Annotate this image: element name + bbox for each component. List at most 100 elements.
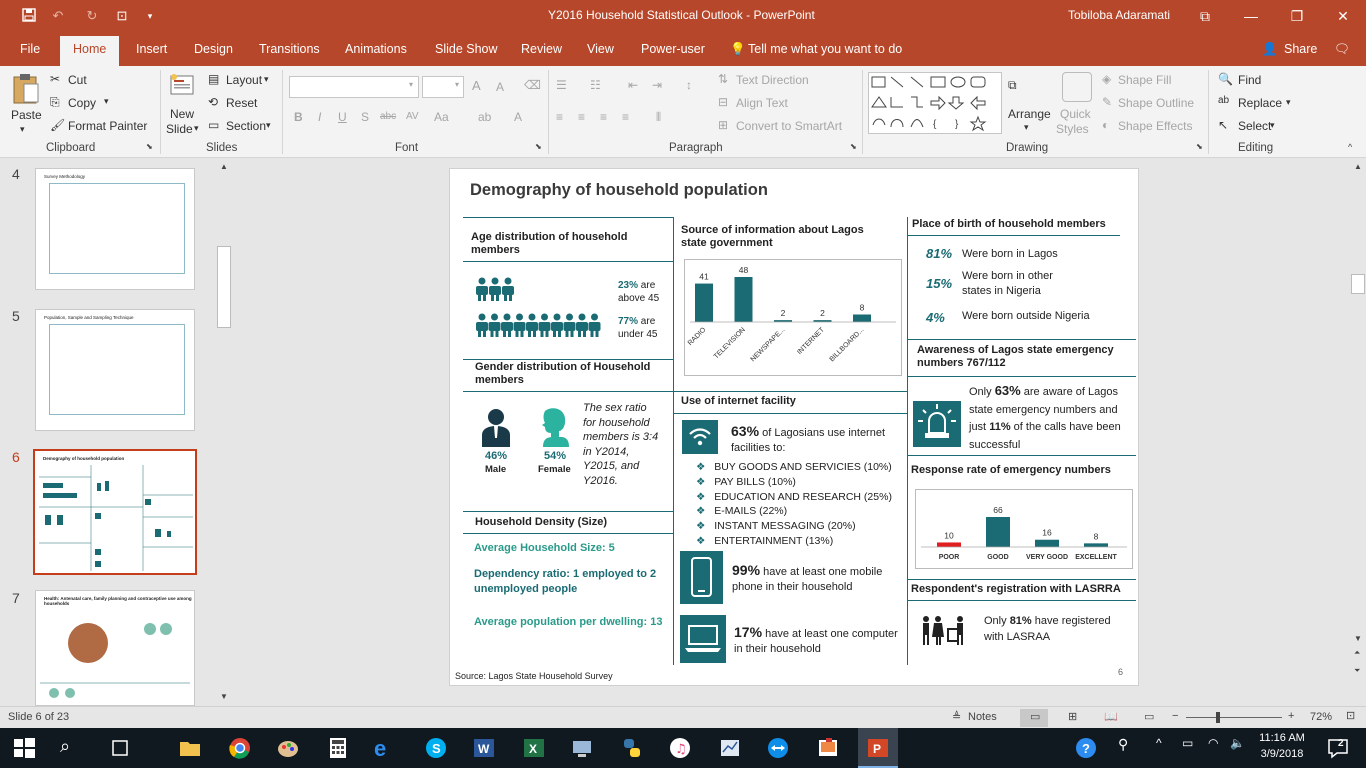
change-case-icon[interactable]: Aa <box>434 110 449 124</box>
slide-canvas[interactable]: Demography of household population Age d… <box>449 168 1139 686</box>
slide-thumbnail-6-selected[interactable]: Demography of household population <box>33 449 197 575</box>
align-left-icon[interactable]: ≡ <box>556 110 563 124</box>
slide-thumbnail-5[interactable]: Population, Sample and Sampling Techniqu… <box>35 309 195 431</box>
drawing-launcher-icon[interactable]: ⬊ <box>1196 142 1203 151</box>
network-app-icon[interactable] <box>570 736 594 760</box>
arrange-dropdown-icon[interactable]: ▾ <box>1024 122 1029 133</box>
minimize-button[interactable]: — <box>1228 0 1274 32</box>
layout-dropdown-icon[interactable]: ▾ <box>264 74 269 85</box>
section-button[interactable]: Section <box>226 119 266 133</box>
strikethrough-icon[interactable]: abc <box>380 111 396 122</box>
tab-power-user[interactable]: Power-user <box>641 42 705 56</box>
maximize-button[interactable]: ❐ <box>1274 0 1320 32</box>
tab-view[interactable]: View <box>587 42 614 56</box>
calculator-icon[interactable] <box>326 736 350 760</box>
chrome-icon[interactable] <box>228 736 252 760</box>
find-button[interactable]: Find <box>1238 73 1261 87</box>
justify-icon[interactable]: ≡ <box>622 110 629 124</box>
image-app-icon[interactable] <box>816 736 840 760</box>
increase-indent-icon[interactable]: ⇥ <box>652 78 662 92</box>
convert-smartart-button[interactable]: Convert to SmartArt <box>736 119 842 133</box>
tab-file[interactable]: File <box>20 42 40 56</box>
slide-scrollbar-thumb[interactable] <box>1351 274 1365 294</box>
file-explorer-icon[interactable] <box>178 736 202 760</box>
copy-dropdown-icon[interactable]: ▾ <box>104 96 109 107</box>
increase-font-icon[interactable]: A <box>472 78 481 93</box>
zoom-out-icon[interactable]: − <box>1172 710 1178 722</box>
shape-effects-button[interactable]: Shape Effects <box>1118 119 1193 133</box>
decrease-indent-icon[interactable]: ⇤ <box>628 78 638 92</box>
numbering-icon[interactable]: ☷ <box>590 78 601 92</box>
fit-to-window-icon[interactable]: ⊡ <box>1346 709 1355 722</box>
tab-animations[interactable]: Animations <box>345 42 407 56</box>
save-icon[interactable] <box>22 8 38 24</box>
collapse-ribbon-icon[interactable]: ^ <box>1348 142 1352 152</box>
shape-outline-button[interactable]: Shape Outline <box>1118 96 1194 110</box>
slide-sorter-icon[interactable]: ⊞ <box>1068 710 1077 723</box>
thumbnails-scrollbar-thumb[interactable] <box>217 246 231 328</box>
zoom-in-icon[interactable]: + <box>1288 710 1294 722</box>
clipboard-launcher-icon[interactable]: ⬊ <box>146 142 153 151</box>
layout-button[interactable]: Layout <box>226 73 262 87</box>
tab-transitions[interactable]: Transitions <box>259 42 320 56</box>
python-icon[interactable] <box>620 736 644 760</box>
select-button[interactable]: Select <box>1238 119 1271 133</box>
cut-button[interactable]: Cut <box>68 73 87 87</box>
line-spacing-icon[interactable]: ↕ <box>686 78 692 92</box>
align-center-icon[interactable]: ≡ <box>578 110 585 124</box>
edge-icon[interactable]: e <box>374 736 398 761</box>
wifi-tray-icon[interactable]: ◠ <box>1208 736 1232 760</box>
new-slide-icon[interactable] <box>168 72 196 102</box>
search-icon[interactable]: ⌕ <box>60 736 84 760</box>
excel-icon[interactable]: X <box>522 736 546 760</box>
tab-slide-show[interactable]: Slide Show <box>435 42 498 56</box>
columns-icon[interactable]: ⫴ <box>656 110 661 125</box>
people-icon[interactable]: ⚲ <box>1118 736 1142 760</box>
show-hidden-icons-icon[interactable]: ^ <box>1156 736 1180 760</box>
chart-app-icon[interactable] <box>718 736 742 760</box>
start-from-beginning-icon[interactable]: ⊡ <box>114 8 130 24</box>
shadow-icon[interactable]: S <box>361 110 369 124</box>
windows-start-icon[interactable] <box>12 736 36 760</box>
next-slide-icon[interactable]: ⏷ <box>1354 666 1360 676</box>
ribbon-display-icon[interactable]: ⧉ <box>1182 0 1228 32</box>
powerpoint-icon[interactable]: P <box>866 736 890 760</box>
font-launcher-icon[interactable]: ⬊ <box>535 142 542 151</box>
font-name-input[interactable] <box>289 76 419 98</box>
align-right-icon[interactable]: ≡ <box>600 110 607 124</box>
itunes-icon[interactable]: ♫ <box>668 736 692 760</box>
font-name-dropdown-icon[interactable]: ▾ <box>409 80 413 89</box>
paste-icon[interactable] <box>12 72 40 106</box>
paint-icon[interactable] <box>276 736 300 760</box>
paste-button[interactable]: Paste <box>11 108 42 122</box>
help-icon[interactable]: ? <box>1074 736 1098 760</box>
text-direction-button[interactable]: Text Direction <box>736 73 809 87</box>
underline-icon[interactable]: U <box>338 110 347 124</box>
undo-icon[interactable]: ↶ <box>50 8 66 24</box>
quick-styles-button[interactable]: Quick <box>1060 107 1091 121</box>
share-button[interactable]: Share <box>1284 42 1317 56</box>
arrange-button[interactable]: Arrange <box>1008 107 1051 121</box>
font-color-icon[interactable]: A <box>514 110 522 124</box>
battery-icon[interactable]: ▭ <box>1182 736 1206 760</box>
section-dropdown-icon[interactable]: ▾ <box>266 120 271 131</box>
slide-title[interactable]: Demography of household population <box>470 181 768 200</box>
copy-button[interactable]: Copy <box>68 96 96 110</box>
reset-button[interactable]: Reset <box>226 96 257 110</box>
tab-home[interactable]: Home <box>60 36 120 66</box>
highlight-icon[interactable]: ab <box>478 110 491 124</box>
slide-thumbnail-7[interactable]: Health: Antenatal care, family planning … <box>35 590 195 706</box>
tab-review[interactable]: Review <box>521 42 562 56</box>
clock-date[interactable]: 3/9/2018 <box>1256 748 1308 760</box>
slide-scrollbar[interactable]: ▲ ▼ ⏶ ⏷ <box>1350 160 1366 706</box>
word-icon[interactable]: W <box>472 736 496 760</box>
shapes-gallery[interactable]: {} <box>868 72 1002 134</box>
close-button[interactable]: ✕ <box>1320 0 1366 32</box>
font-size-dropdown-icon[interactable]: ▾ <box>455 80 459 89</box>
teamviewer-icon[interactable] <box>766 736 790 760</box>
clock-time[interactable]: 11:16 AM <box>1256 732 1308 744</box>
zoom-slider-track[interactable] <box>1186 717 1282 718</box>
thumbnails-scrollbar[interactable]: ▲ ▼ <box>216 160 232 706</box>
new-slide-button[interactable]: New <box>170 107 194 121</box>
new-slide-label-2[interactable]: Slide <box>166 122 193 136</box>
